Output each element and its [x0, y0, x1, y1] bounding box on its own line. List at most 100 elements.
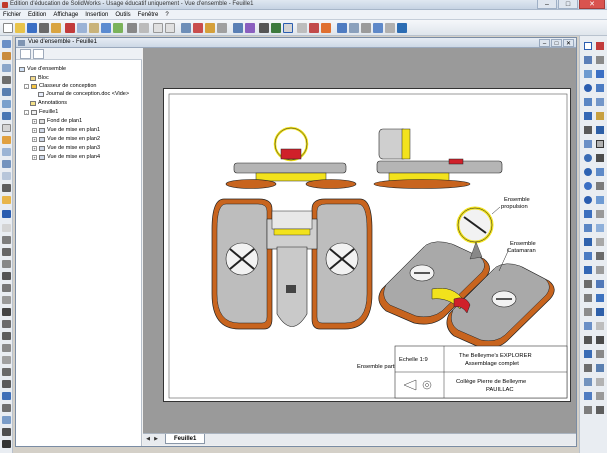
tree-item-vue2[interactable]: + Vue de mise en plan2 [32, 136, 100, 142]
intersection-curve-icon[interactable] [596, 336, 604, 344]
polygon-tool-icon[interactable] [584, 98, 592, 106]
offset-tool-icon[interactable] [584, 154, 592, 162]
tree-item-feuille1[interactable]: - Feuille1 [24, 109, 58, 115]
add-relation-icon[interactable] [596, 224, 604, 232]
sheet-tab-feuille1[interactable]: Feuille1 [165, 434, 206, 444]
ellipse-tool-icon[interactable] [584, 112, 592, 120]
close-button[interactable]: ✕ [579, 0, 605, 9]
tree-item-bloc[interactable]: Bloc [30, 75, 49, 81]
tree-item-fond[interactable]: + Fond de plan1 [32, 118, 82, 124]
segment-icon[interactable] [596, 350, 604, 358]
expand-icon[interactable]: + [32, 127, 37, 133]
tree-item-annotations[interactable]: Annotations [30, 100, 67, 106]
propertymanager-tab-icon[interactable] [33, 49, 44, 59]
doc-maximize-button[interactable]: □ [551, 39, 562, 47]
expand-icon[interactable]: - [24, 109, 29, 115]
options-icon[interactable] [113, 23, 123, 33]
point-tool-icon[interactable] [584, 126, 592, 134]
menu-outils[interactable]: Outils [115, 12, 130, 18]
construction-geometry-icon[interactable] [596, 182, 604, 190]
fix-sketch-icon[interactable] [584, 308, 592, 316]
expand-icon[interactable]: + [32, 154, 37, 160]
tree-item-classeur[interactable]: - Classeur de conception [24, 83, 96, 89]
scale-entities-icon[interactable] [596, 266, 604, 274]
perimeter-circle-icon[interactable] [584, 196, 592, 204]
note-icon[interactable] [2, 196, 11, 204]
text-sketch-icon[interactable] [596, 406, 604, 414]
menu-help[interactable]: ? [165, 12, 168, 18]
standard-3-view-icon[interactable] [2, 148, 11, 156]
print-preview-icon[interactable] [51, 23, 61, 33]
shaded-icon[interactable] [337, 23, 347, 33]
expand-icon[interactable]: + [32, 118, 37, 124]
first-sheet-icon[interactable]: ◀ [145, 436, 151, 443]
alternate-position-icon[interactable] [2, 124, 11, 132]
dimension-icon[interactable] [2, 428, 11, 436]
text-a-icon[interactable] [2, 224, 11, 232]
solidworks-app-icon[interactable] [2, 2, 8, 8]
appearance-icon[interactable] [361, 23, 371, 33]
layer-icon[interactable] [127, 23, 137, 33]
section-line-icon[interactable] [2, 76, 11, 84]
spline-tool-icon[interactable] [596, 98, 604, 106]
centerpoint-slot-icon[interactable] [584, 378, 592, 386]
block-insert-icon[interactable] [584, 294, 592, 302]
rectangle-tool-icon[interactable] [596, 70, 604, 78]
convert-entities-icon[interactable] [584, 336, 592, 344]
menu-edition[interactable]: Edition [28, 12, 46, 18]
empty-view-icon[interactable] [2, 172, 11, 180]
tangent-arc-icon[interactable] [584, 168, 592, 176]
line-icon[interactable] [2, 210, 11, 218]
pan-icon[interactable] [233, 23, 243, 33]
move-icon[interactable] [397, 23, 407, 33]
wireframe-icon[interactable] [309, 23, 319, 33]
print-icon[interactable] [39, 23, 49, 33]
linear-pattern-icon[interactable] [596, 238, 604, 246]
text-tool-icon[interactable] [584, 140, 592, 148]
arc-tool-icon[interactable] [596, 84, 604, 92]
pointer-select-icon[interactable] [283, 23, 293, 33]
undo-icon[interactable] [153, 23, 163, 33]
weld-symbol-icon[interactable] [2, 260, 11, 268]
help-icon[interactable] [2, 440, 11, 448]
paste-icon[interactable] [89, 23, 99, 33]
arc-slot-icon[interactable] [596, 378, 604, 386]
table-icon[interactable] [2, 404, 11, 412]
move-entities-icon[interactable] [596, 252, 604, 260]
isometric-view[interactable] [378, 206, 555, 349]
save-icon[interactable] [27, 23, 37, 33]
predefined-view-icon[interactable] [2, 160, 11, 168]
graphics-area[interactable]: Ensemble propulsion Ensemble Catamaran E… [143, 48, 576, 433]
copy-entities-icon[interactable] [584, 280, 592, 288]
detail-view-icon[interactable] [2, 88, 11, 96]
tree-item-vue3[interactable]: + Vue de mise en plan3 [32, 145, 100, 151]
three-point-arc-icon[interactable] [584, 182, 592, 190]
balloon-icon[interactable] [2, 236, 11, 244]
sketch-fillet-icon[interactable] [584, 392, 592, 400]
centerline-icon[interactable] [2, 344, 11, 352]
redo-icon[interactable] [165, 23, 175, 33]
doc-minimize-button[interactable]: – [539, 39, 550, 47]
menu-affichage[interactable]: Affichage [53, 12, 78, 18]
tree-root[interactable]: Vue d'ensemble [19, 66, 66, 72]
geometric-tolerance-icon[interactable] [2, 272, 11, 280]
display-relations-icon[interactable] [596, 294, 604, 302]
chamfer-icon[interactable] [584, 238, 592, 246]
new-document-icon[interactable] [3, 23, 13, 33]
menu-fenetre[interactable]: Fenêtre [138, 12, 159, 18]
drawing-sheet[interactable]: Ensemble propulsion Ensemble Catamaran E… [163, 88, 571, 402]
mirror-tool-icon[interactable] [596, 154, 604, 162]
hole-callout-icon[interactable] [2, 308, 11, 316]
fillet-tool-icon[interactable] [596, 112, 604, 120]
centerline-tool-icon[interactable] [596, 126, 604, 134]
area-hatch-icon[interactable] [2, 356, 11, 364]
straight-slot-icon[interactable] [596, 364, 604, 372]
quick-snaps-icon[interactable] [584, 322, 592, 330]
datum-feature-icon[interactable] [2, 284, 11, 292]
front-view[interactable] [225, 126, 357, 189]
zoom-fit-icon[interactable] [193, 23, 203, 33]
minimize-button[interactable]: – [537, 0, 557, 9]
face-curves-icon[interactable] [584, 350, 592, 358]
rotate-entities-icon[interactable] [584, 266, 592, 274]
stretch-entities-icon[interactable] [596, 280, 604, 288]
